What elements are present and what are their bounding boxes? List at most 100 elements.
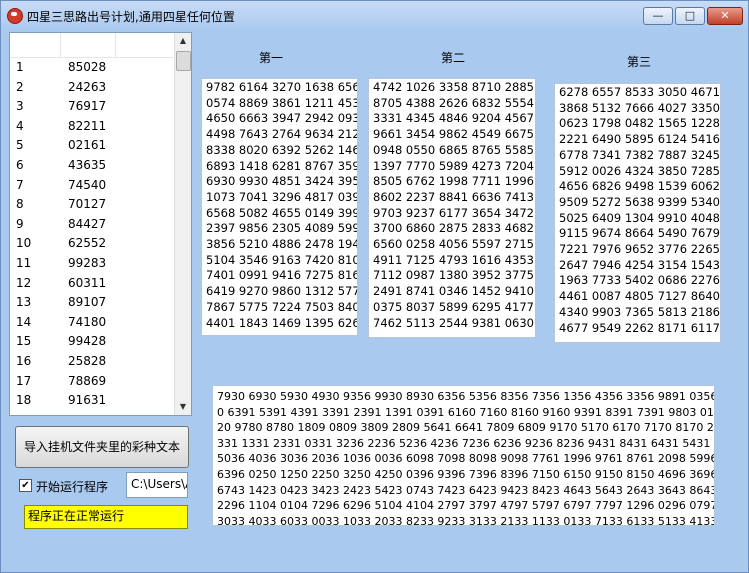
list-item-number: 76917 xyxy=(68,99,107,114)
list-item-number: 24263 xyxy=(68,79,107,94)
minimize-button[interactable]: — xyxy=(643,7,673,25)
number-line: 6930 9930 4851 3424 3955 xyxy=(206,174,358,189)
list-scrollbar[interactable]: ▲ ▼ xyxy=(174,33,191,415)
list-item[interactable]: 15 99428 xyxy=(10,331,176,351)
run-program-checkbox[interactable]: ✔ xyxy=(19,479,32,492)
number-line: 6278 6557 8533 3050 4671 xyxy=(559,85,720,99)
number-line: 1073 7041 3296 4817 0393 xyxy=(206,189,358,204)
scroll-thumb[interactable] xyxy=(176,51,191,71)
list-item-number: 91631 xyxy=(68,393,107,408)
list-item-number: 62616 xyxy=(68,413,106,415)
list-item[interactable]: 1 85028 xyxy=(10,57,176,77)
list-item[interactable]: 13 89107 xyxy=(10,292,176,312)
number-line: 6560 0258 4056 5597 2715 xyxy=(373,237,534,252)
number-line: 3868 5132 7666 4027 3350 xyxy=(559,100,720,115)
list-item-number: 82211 xyxy=(68,118,107,133)
list-item-index: 4 xyxy=(16,118,24,133)
list-item-index: 3 xyxy=(16,99,24,114)
number-line: 4401 1843 1469 1395 6264 xyxy=(206,315,358,330)
list-item-number: 78869 xyxy=(68,373,107,388)
title-bar[interactable]: 四星三思路出号计划,通用四星任何位置 — □ ✕ xyxy=(1,1,748,31)
third-plan-textbox[interactable]: 6278 6557 8533 3050 4671 3868 5132 7666 4… xyxy=(554,83,721,343)
number-line: 4461 0087 4805 7127 8640 xyxy=(559,289,720,304)
list-item-index: 19 xyxy=(16,413,31,415)
second-plan-textbox[interactable]: 4742 1026 3358 8710 2885 8705 4388 2626 6… xyxy=(368,78,536,338)
file-path-field[interactable]: C:\Users\A xyxy=(126,472,188,498)
number-line: 3700 6860 2875 2833 4682 xyxy=(373,221,534,236)
maximize-button[interactable]: □ xyxy=(675,7,705,25)
status-indicator: 程序正在正常运行 xyxy=(24,505,188,529)
list-item-index: 15 xyxy=(16,334,32,349)
scroll-down-icon[interactable]: ▼ xyxy=(175,399,191,415)
list-item[interactable]: 4 82211 xyxy=(10,116,176,136)
list-item-number: 99428 xyxy=(68,334,107,349)
number-line: 4650 6663 3947 2942 0931 xyxy=(206,111,358,126)
number-line: 8602 2237 8841 6636 7413 xyxy=(373,189,534,204)
list-item-index: 5 xyxy=(16,138,24,153)
number-line: 6568 5082 4655 0149 3998 xyxy=(206,205,358,220)
number-line: 9661 3454 9862 4549 6675 xyxy=(373,127,534,142)
number-line: 4340 9903 7365 5813 2186 xyxy=(559,304,720,319)
window-title: 四星三思路出号计划,通用四星任何位置 xyxy=(27,10,235,24)
list-item[interactable]: 10 62552 xyxy=(10,233,176,253)
list-header-col-index[interactable] xyxy=(10,33,61,57)
list-item[interactable]: 2 24263 xyxy=(10,77,176,97)
list-item-index: 12 xyxy=(16,275,32,290)
list-item-number: 43635 xyxy=(68,157,107,172)
list-item[interactable]: 14 74180 xyxy=(10,312,176,332)
list-header-col-number[interactable] xyxy=(61,33,116,57)
list-item[interactable]: 19 62616 xyxy=(10,410,176,415)
list-item-index: 13 xyxy=(16,295,32,310)
number-line: 7867 5775 7224 7503 8401 xyxy=(206,299,358,314)
list-item[interactable]: 3 76917 xyxy=(10,96,176,116)
list-item-number: 99283 xyxy=(68,255,107,270)
number-line: 2296 1104 0104 7296 6296 5104 4104 2797 … xyxy=(217,499,715,513)
list-item-number: 02161 xyxy=(68,138,107,153)
number-line: 7221 7976 9652 3776 2265 xyxy=(559,242,720,257)
list-item-index: 7 xyxy=(16,177,24,192)
number-line: 1963 7733 5402 0686 2276 xyxy=(559,273,720,288)
app-window: 四星三思路出号计划,通用四星任何位置 — □ ✕ 1 85028 2 24263 3 76… xyxy=(0,0,749,573)
combined-result-textbox[interactable]: 7930 6930 5930 4930 9356 9930 8930 6356 … xyxy=(212,385,715,526)
list-item-number: 25828 xyxy=(68,353,107,368)
list-item[interactable]: 6 43635 xyxy=(10,155,176,175)
run-program-label[interactable]: 开始运行程序 xyxy=(36,478,108,495)
close-button[interactable]: ✕ xyxy=(707,7,743,25)
number-line: 8705 4388 2626 6832 5554 xyxy=(373,95,534,110)
list-item-index: 17 xyxy=(16,373,32,388)
import-file-button[interactable]: 导入挂机文件夹里的彩种文本 xyxy=(15,426,189,468)
number-line: 9703 9237 6177 3654 3472 xyxy=(373,205,534,220)
list-item-number: 74180 xyxy=(68,314,107,329)
list-item[interactable]: 5 02161 xyxy=(10,135,176,155)
list-item[interactable]: 7 74540 xyxy=(10,175,176,195)
list-item-index: 14 xyxy=(16,314,32,329)
number-line: 6778 7341 7382 7887 3245 xyxy=(559,147,720,162)
number-line: 2491 8741 0346 1452 9410 xyxy=(373,284,534,299)
list-item-number: 62552 xyxy=(68,236,107,251)
scroll-up-icon[interactable]: ▲ xyxy=(175,33,191,49)
number-line: 9115 9674 8664 5490 7679 xyxy=(559,226,720,241)
number-line: 5912 0026 4324 3850 7285 xyxy=(559,163,720,178)
number-line: 5036 4036 3036 2036 1036 0036 6098 7098 … xyxy=(217,452,715,466)
list-item-index: 18 xyxy=(16,393,32,408)
list-item-index: 2 xyxy=(16,79,24,94)
list-item[interactable]: 16 25828 xyxy=(10,351,176,371)
number-line: 6893 1418 6281 8767 3597 xyxy=(206,158,358,173)
list-item-number: 70127 xyxy=(68,197,107,212)
column-header-third: 第三 xyxy=(627,55,652,69)
list-item[interactable]: 17 78869 xyxy=(10,371,176,391)
list-item[interactable]: 9 84427 xyxy=(10,214,176,234)
list-item[interactable]: 11 99283 xyxy=(10,253,176,273)
draw-history-list[interactable]: 1 85028 2 24263 3 76917 4 82211 5 02161 6 43635 7 745… xyxy=(9,32,192,416)
number-line: 6396 0250 1250 2250 3250 4250 0396 9396 … xyxy=(217,467,715,481)
first-plan-textbox[interactable]: 9782 6164 3270 1638 6569 0574 8869 3861 1… xyxy=(201,78,358,336)
list-item[interactable]: 8 70127 xyxy=(10,194,176,214)
number-line: 6419 9270 9860 1312 5773 xyxy=(206,284,358,299)
number-line: 7930 6930 5930 4930 9356 9930 8930 6356 … xyxy=(217,390,715,403)
app-logo-icon xyxy=(7,8,23,24)
number-line: 20 9780 8780 1809 0809 3809 2809 5641 66… xyxy=(217,421,714,435)
list-item[interactable]: 18 91631 xyxy=(10,390,176,410)
number-line: 4498 7643 2764 9634 2129 xyxy=(206,127,358,142)
list-item-index: 11 xyxy=(16,255,32,270)
list-item[interactable]: 12 60311 xyxy=(10,273,176,293)
